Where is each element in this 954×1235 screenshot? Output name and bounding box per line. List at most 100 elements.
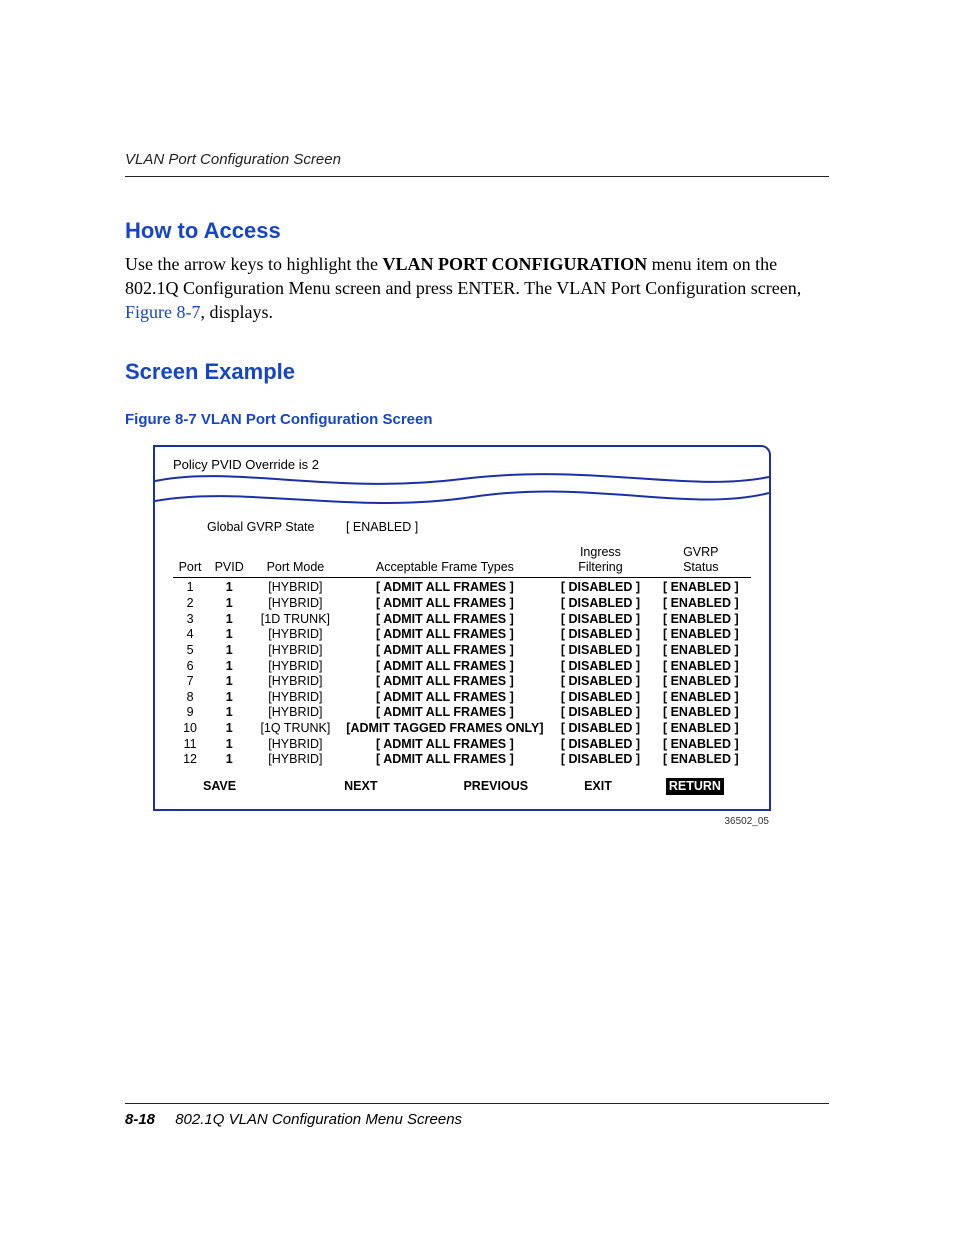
cell-ingress: [ DISABLED ] <box>550 580 650 596</box>
wave-divider-icon <box>155 487 769 509</box>
cell-port: 9 <box>173 705 207 721</box>
cell-mode: [HYBRID] <box>251 705 339 721</box>
port-table: Port PVID Port Mode Acceptable Frame Typ… <box>173 545 751 768</box>
heading-how-to-access: How to Access <box>125 216 829 246</box>
port-table-head: Port PVID Port Mode Acceptable Frame Typ… <box>173 545 751 580</box>
cell-mode: [1Q TRUNK] <box>251 721 339 737</box>
menu-return[interactable]: RETURN <box>666 778 724 795</box>
terminal-figure: Policy PVID Override is 2 Global GVRP St… <box>153 445 771 829</box>
cell-port: 12 <box>173 752 207 768</box>
hdr-frame: Acceptable Frame Types <box>340 545 551 578</box>
terminal-menu-row: SAVE NEXT PREVIOUS EXIT RETURN <box>173 778 751 795</box>
page: VLAN Port Configuration Screen How to Ac… <box>0 0 954 1235</box>
hdr-ingress-l1: Ingress <box>580 545 621 559</box>
hdr-port: Port <box>173 545 207 578</box>
how-to-access-paragraph: Use the arrow keys to highlight the VLAN… <box>125 252 829 325</box>
table-row: 41[HYBRID][ ADMIT ALL FRAMES ][ DISABLED… <box>173 627 751 643</box>
cell-pvid: 1 <box>207 659 251 675</box>
hdr-gvrp-l2: Status <box>683 560 718 574</box>
cell-ingress: [ DISABLED ] <box>550 674 650 690</box>
table-row: 111[HYBRID][ ADMIT ALL FRAMES ][ DISABLE… <box>173 737 751 753</box>
table-row: 91[HYBRID][ ADMIT ALL FRAMES ][ DISABLED… <box>173 705 751 721</box>
hdr-gvrp-l1: GVRP <box>683 545 718 559</box>
port-table-body: 11[HYBRID][ ADMIT ALL FRAMES ][ DISABLED… <box>173 580 751 768</box>
table-row: 11[HYBRID][ ADMIT ALL FRAMES ][ DISABLED… <box>173 580 751 596</box>
menu-next[interactable]: NEXT <box>344 778 377 795</box>
cell-gvrp-status: [ ENABLED ] <box>651 752 751 768</box>
cell-mode: [HYBRID] <box>251 627 339 643</box>
cell-frame-types: [ ADMIT ALL FRAMES ] <box>340 737 551 753</box>
cell-frame-types: [ ADMIT ALL FRAMES ] <box>340 612 551 628</box>
hdr-gvrp: GVRP Status <box>651 545 751 578</box>
cell-ingress: [ DISABLED ] <box>550 643 650 659</box>
cell-gvrp-status: [ ENABLED ] <box>651 705 751 721</box>
cell-gvrp-status: [ ENABLED ] <box>651 627 751 643</box>
cell-pvid: 1 <box>207 674 251 690</box>
cell-mode: [HYBRID] <box>251 580 339 596</box>
cell-port: 6 <box>173 659 207 675</box>
cell-mode: [HYBRID] <box>251 737 339 753</box>
running-head: VLAN Port Configuration Screen <box>125 150 829 177</box>
para-text: , displays. <box>201 302 274 322</box>
cell-frame-types: [ ADMIT ALL FRAMES ] <box>340 643 551 659</box>
cell-frame-types: [ ADMIT ALL FRAMES ] <box>340 705 551 721</box>
cell-gvrp-status: [ ENABLED ] <box>651 721 751 737</box>
cell-mode: [HYBRID] <box>251 674 339 690</box>
cell-mode: [HYBRID] <box>251 596 339 612</box>
cell-ingress: [ DISABLED ] <box>550 612 650 628</box>
figure-crossref-link[interactable]: Figure 8-7 <box>125 302 201 322</box>
cell-ingress: [ DISABLED ] <box>550 690 650 706</box>
table-row: 51[HYBRID][ ADMIT ALL FRAMES ][ DISABLED… <box>173 643 751 659</box>
cell-ingress: [ DISABLED ] <box>550 737 650 753</box>
cell-frame-types: [ ADMIT ALL FRAMES ] <box>340 752 551 768</box>
global-gvrp-label: Global GVRP State <box>207 520 314 534</box>
cell-frame-types: [ ADMIT ALL FRAMES ] <box>340 690 551 706</box>
cell-port: 5 <box>173 643 207 659</box>
cell-pvid: 1 <box>207 580 251 596</box>
terminal-body: Global GVRP State [ ENABLED ] Port PVID … <box>153 489 771 811</box>
cell-gvrp-status: [ ENABLED ] <box>651 690 751 706</box>
cell-gvrp-status: [ ENABLED ] <box>651 643 751 659</box>
cell-mode: [HYBRID] <box>251 752 339 768</box>
global-gvrp-value: [ ENABLED ] <box>346 520 418 534</box>
hdr-pvid: PVID <box>207 545 251 578</box>
cell-mode: [HYBRID] <box>251 690 339 706</box>
table-row: 21[HYBRID][ ADMIT ALL FRAMES ][ DISABLED… <box>173 596 751 612</box>
menu-save[interactable]: SAVE <box>203 778 236 795</box>
cell-mode: [HYBRID] <box>251 659 339 675</box>
cell-pvid: 1 <box>207 612 251 628</box>
chapter-title: 802.1Q VLAN Configuration Menu Screens <box>175 1111 462 1128</box>
cell-ingress: [ DISABLED ] <box>550 596 650 612</box>
cell-mode: [1D TRUNK] <box>251 612 339 628</box>
cell-pvid: 1 <box>207 752 251 768</box>
cell-pvid: 1 <box>207 596 251 612</box>
cell-ingress: [ DISABLED ] <box>550 627 650 643</box>
menu-exit[interactable]: EXIT <box>584 778 612 795</box>
page-number: 8-18 <box>125 1111 155 1128</box>
cell-pvid: 1 <box>207 690 251 706</box>
cell-port: 8 <box>173 690 207 706</box>
cell-port: 4 <box>173 627 207 643</box>
cell-frame-types: [ ADMIT ALL FRAMES ] <box>340 659 551 675</box>
figure-caption: Figure 8-7 VLAN Port Configuration Scree… <box>125 410 829 430</box>
cell-frame-types: [ ADMIT ALL FRAMES ] <box>340 580 551 596</box>
cell-pvid: 1 <box>207 643 251 659</box>
cell-port: 7 <box>173 674 207 690</box>
table-row: 31[1D TRUNK][ ADMIT ALL FRAMES ][ DISABL… <box>173 612 751 628</box>
menu-previous[interactable]: PREVIOUS <box>463 778 528 795</box>
cell-port: 2 <box>173 596 207 612</box>
content-area: How to Access Use the arrow keys to high… <box>125 200 829 828</box>
cell-pvid: 1 <box>207 705 251 721</box>
para-text: Use the arrow keys to highlight the <box>125 254 382 274</box>
menu-name-bold: VLAN PORT CONFIGURATION <box>382 254 647 274</box>
cell-port: 1 <box>173 580 207 596</box>
cell-frame-types: [ADMIT TAGGED FRAMES ONLY] <box>340 721 551 737</box>
cell-ingress: [ DISABLED ] <box>550 721 650 737</box>
hdr-ingress-l2: Filtering <box>578 560 622 574</box>
cell-pvid: 1 <box>207 721 251 737</box>
cell-gvrp-status: [ ENABLED ] <box>651 737 751 753</box>
global-gvrp-state-row: Global GVRP State [ ENABLED ] <box>207 519 751 536</box>
heading-screen-example: Screen Example <box>125 357 829 387</box>
figure-id: 36502_05 <box>153 815 769 829</box>
hdr-mode: Port Mode <box>251 545 339 578</box>
